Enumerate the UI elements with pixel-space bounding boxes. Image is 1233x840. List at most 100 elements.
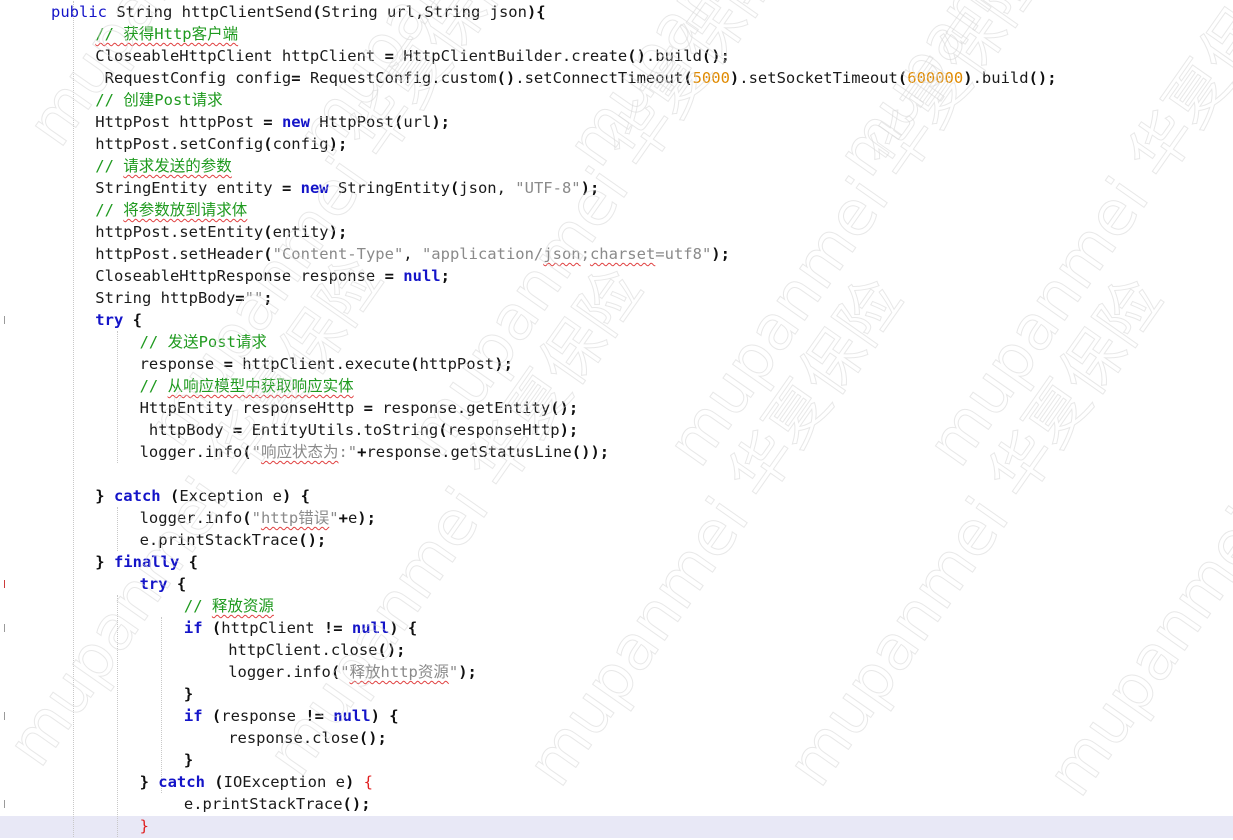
code-line: CloseableHttpResponse response = null;: [95, 265, 450, 287]
code-token: ": [340, 663, 350, 681]
code-line: httpPost.setHeader("Content-Type", "appl…: [95, 243, 730, 265]
code-token: HttpPost: [309, 113, 394, 131]
code-token: //: [139, 377, 168, 395]
code-token: logger.info: [139, 443, 243, 461]
gutter-marker: [4, 800, 5, 808]
code-token: );: [580, 179, 600, 197]
code-token: null: [403, 267, 441, 285]
code-token: (: [242, 509, 252, 527]
code-token: (: [393, 113, 404, 131]
code-token: 将参数放到请求体: [123, 201, 248, 219]
code-token: (: [169, 487, 180, 505]
code-token: //: [95, 157, 124, 175]
code-token: +: [338, 509, 348, 527]
code-token: (: [410, 355, 420, 373]
code-line: // 从响应模型中获取响应实体: [140, 375, 354, 397]
code-token: "Content-Type": [272, 245, 404, 263]
code-token: (: [263, 135, 273, 153]
code-token: );: [559, 421, 579, 439]
code-line: httpPost.setEntity(entity);: [95, 221, 347, 243]
code-token: catch: [113, 487, 161, 505]
code-token: =: [232, 421, 243, 439]
code-token: httpClient.close: [228, 641, 378, 659]
indent-guide: [116, 595, 118, 837]
code-token: );: [357, 509, 376, 527]
code-token: }: [139, 773, 159, 791]
code-token: );: [328, 135, 348, 153]
code-token: =: [281, 179, 292, 197]
code-token: ;: [580, 245, 590, 263]
code-line: response = httpClient.execute(httpPost);: [140, 353, 513, 375]
code-line: if (response != null) {: [184, 705, 399, 727]
code-line: // 请求发送的参数: [95, 155, 232, 177]
code-token: }: [183, 685, 194, 703]
watermark-text: mupanmei 华夏保险: [552, 0, 956, 179]
code-token: =: [223, 355, 233, 373]
code-token: "": [244, 289, 264, 307]
code-token: );: [431, 113, 450, 131]
code-token: String httpClientSend: [107, 3, 313, 21]
current-line-highlight: [0, 816, 1233, 838]
code-token: ;: [440, 267, 450, 285]
code-token: =: [263, 113, 273, 131]
code-token: ): [344, 773, 355, 791]
code-line: HttpPost httpPost = new HttpPost(url);: [95, 111, 450, 133]
gutter-error-marker: [4, 580, 5, 588]
code-token: 响应状态为: [260, 443, 339, 461]
code-token: response.close: [228, 729, 359, 747]
code-line: if (httpClient != null) {: [184, 617, 417, 639]
code-token: (: [312, 3, 322, 21]
code-token: StringEntity: [328, 179, 450, 197]
code-line: e.printStackTrace();: [140, 529, 327, 551]
code-token: json,: [459, 179, 516, 197]
indent-guide: [116, 331, 118, 463]
watermark-text: mupanmei 华夏保险: [822, 0, 1226, 189]
code-token: (: [330, 663, 341, 681]
code-token: json: [543, 245, 581, 263]
code-line: // 释放资源: [184, 595, 274, 617]
code-token: =: [235, 289, 245, 307]
code-token: // 获得Http客户端: [95, 25, 239, 43]
code-line: public String httpClientSend(String url,…: [51, 1, 546, 23]
code-token: :": [338, 443, 358, 461]
code-token: httpPost.setHeader: [95, 245, 264, 263]
code-token: config: [272, 135, 329, 153]
code-token: {: [123, 311, 142, 329]
code-token: try: [139, 575, 168, 593]
code-token: (): [496, 69, 516, 87]
code-editor[interactable]: public String httpClientSend(String url,…: [0, 0, 1233, 840]
code-token: 600000: [907, 69, 964, 87]
code-line: // 发送Post请求: [140, 331, 267, 353]
code-line: try {: [140, 573, 187, 595]
indent-guide: [116, 507, 118, 551]
code-token: !=: [323, 619, 343, 637]
code-line: e.printStackTrace();: [184, 793, 371, 815]
code-token: {: [291, 487, 310, 505]
code-token: charset: [589, 245, 656, 263]
code-token: httpPost.setEntity: [95, 223, 264, 241]
code-token: HttpClientBuilder.create: [393, 47, 628, 65]
code-token: );: [328, 223, 348, 241]
code-token: ();: [377, 641, 406, 659]
code-token: ": [329, 509, 339, 527]
code-token: response: [221, 707, 306, 725]
code-token: =: [363, 399, 373, 417]
code-token: ): [729, 69, 740, 87]
code-token: http错误: [260, 509, 330, 527]
gutter-marker: [4, 316, 5, 324]
code-token: ();: [342, 795, 371, 813]
code-token: e: [347, 509, 358, 527]
code-token: ): [281, 487, 292, 505]
code-token: finally: [113, 553, 180, 571]
code-token: =: [384, 47, 394, 65]
code-line: // 获得Http客户端: [95, 23, 238, 45]
code-line: httpBody = EntityUtils.toString(response…: [140, 419, 579, 441]
code-token: httpPost: [419, 355, 495, 373]
code-token: // 发送Post请求: [139, 333, 267, 351]
code-line: }: [140, 815, 149, 837]
indent-guide: [161, 617, 163, 793]
